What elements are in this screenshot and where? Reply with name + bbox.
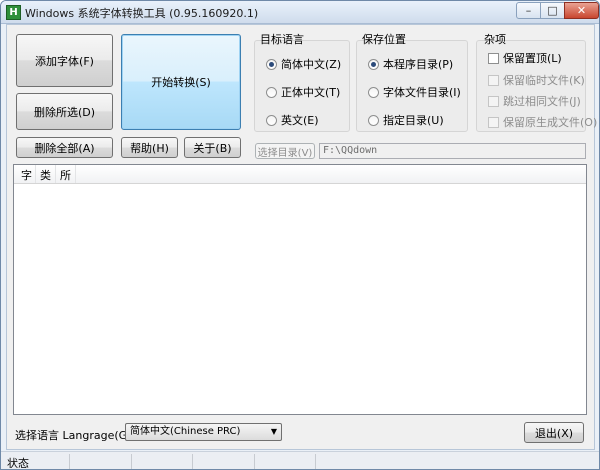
target-language-title: 目标语言 [260, 33, 304, 46]
save-location-title: 保存位置 [362, 33, 406, 46]
language-select[interactable]: 简体中文(Chinese PRC) ▼ [125, 423, 282, 441]
app-icon: H [6, 5, 21, 20]
close-icon: ✕ [576, 4, 587, 17]
language-select-label: 选择语言 Langrage(G): [15, 429, 136, 442]
save-font-dir-radio[interactable]: 字体文件目录(I) [368, 84, 461, 100]
close-button[interactable]: ✕ [564, 2, 599, 19]
target-lang-traditional-radio[interactable]: 正体中文(T) [266, 84, 340, 100]
column-header-location[interactable]: 所 [60, 167, 71, 183]
add-font-button[interactable]: 添加字体(F) [16, 34, 113, 87]
keep-temp-files-checkbox[interactable]: 保留临时文件(K) [488, 72, 585, 88]
save-custom-dir-radio[interactable]: 指定目录(U) [368, 112, 444, 128]
minimize-button[interactable]: – [516, 2, 541, 19]
target-lang-simplified-radio[interactable]: 简体中文(Z) [266, 56, 341, 72]
language-select-value: 简体中文(Chinese PRC) [130, 426, 241, 437]
keep-on-top-checkbox[interactable]: 保留置顶(L) [488, 50, 562, 66]
maximize-button[interactable]: □ [540, 2, 565, 19]
column-header-name[interactable]: 字 [21, 167, 32, 183]
font-file-list[interactable]: 字 类 所 [13, 164, 587, 415]
maximize-icon: □ [547, 4, 558, 17]
about-button[interactable]: 关于(B) [184, 137, 241, 158]
client-area: 添加字体(F) 开始转换(S) 删除所选(D) 删除全部(A) 帮助(H) 关于… [6, 24, 597, 450]
keep-original-output-checkbox[interactable]: 保留原生成文件(O) [488, 114, 597, 130]
chevron-down-icon: ▼ [270, 427, 277, 436]
skip-same-files-checkbox[interactable]: 跳过相同文件(J) [488, 93, 581, 109]
status-bar: 状态 [1, 451, 599, 470]
status-text: 状态 [7, 457, 29, 470]
remove-selected-button[interactable]: 删除所选(D) [16, 93, 113, 130]
start-convert-button[interactable]: 开始转换(S) [121, 34, 241, 130]
choose-directory-button[interactable]: 选择目录(V) [255, 143, 315, 159]
window-title: Windows 系统字体转换工具 (0.95.160920.1) [25, 7, 259, 20]
list-header: 字 类 所 [14, 165, 586, 184]
save-program-dir-radio[interactable]: 本程序目录(P) [368, 56, 453, 72]
minimize-icon: – [525, 4, 532, 17]
misc-title: 杂项 [484, 33, 506, 46]
title-bar[interactable]: H Windows 系统字体转换工具 (0.95.160920.1) – □ ✕ [1, 1, 599, 24]
help-button[interactable]: 帮助(H) [121, 137, 178, 158]
remove-all-button[interactable]: 删除全部(A) [16, 137, 113, 158]
app-window: H Windows 系统字体转换工具 (0.95.160920.1) – □ ✕… [0, 0, 600, 470]
exit-button[interactable]: 退出(X) [524, 422, 584, 443]
output-path-field[interactable]: F:\QQdown [319, 143, 586, 159]
target-lang-english-radio[interactable]: 英文(E) [266, 112, 319, 128]
column-header-type[interactable]: 类 [40, 167, 51, 183]
